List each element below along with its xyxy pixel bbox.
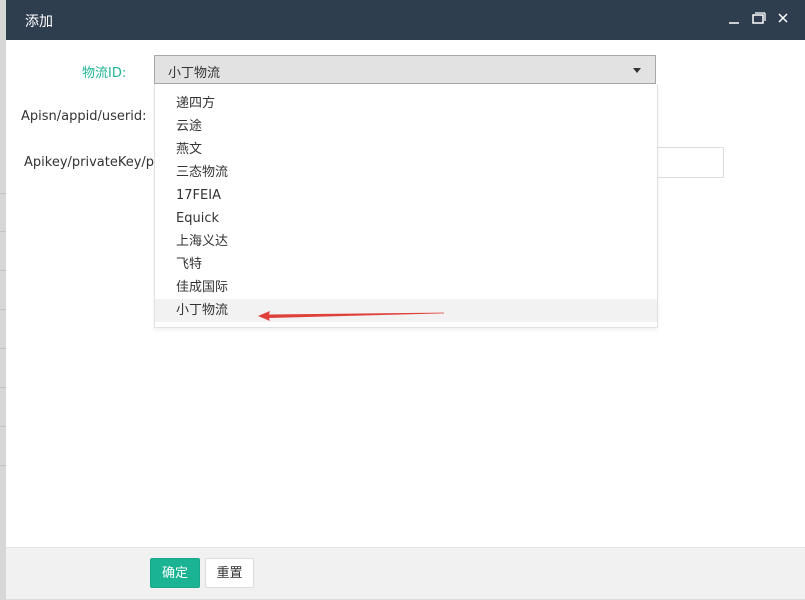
dropdown-option[interactable]: 佳成国际 (155, 276, 657, 299)
dropdown-option[interactable]: 飞特 (155, 253, 657, 276)
logistics-id-label: 物流ID: (82, 66, 127, 81)
dialog-title: 添加 (25, 14, 53, 30)
close-icon[interactable] (775, 10, 793, 28)
dropdown-option[interactable]: 三态物流 (155, 161, 657, 184)
logistics-id-select[interactable]: 小丁物流 (154, 55, 656, 84)
apikey-input[interactable] (656, 147, 724, 178)
dropdown-option[interactable]: Equick (155, 207, 657, 230)
logistics-id-selected-value: 小丁物流 (168, 66, 221, 81)
minimize-icon[interactable] (726, 10, 744, 28)
confirm-button[interactable]: 确定 (150, 558, 200, 588)
dialog-titlebar: 添加 (6, 0, 805, 40)
apikey-label: Apikey/privateKey/pass (24, 155, 176, 170)
dropdown-option[interactable]: 递四方 (155, 92, 657, 115)
dropdown-option[interactable]: 上海义达 (155, 230, 657, 253)
dropdown-option[interactable]: 云途 (155, 115, 657, 138)
chevron-down-icon (633, 68, 641, 73)
dropdown-option-selected[interactable]: 小丁物流 (155, 299, 657, 322)
dropdown-option[interactable]: 燕文 (155, 138, 657, 161)
apisn-label: Apisn/appid/userid: (21, 109, 147, 124)
reset-button[interactable]: 重置 (205, 558, 254, 588)
maximize-icon[interactable] (750, 10, 768, 28)
dialog-footer: 确定 重置 (6, 547, 805, 599)
logistics-dropdown-list: 递四方 云途 燕文 三态物流 17FEIA Equick 上海义达 飞特 佳成国… (154, 84, 658, 328)
dropdown-option[interactable]: 17FEIA (155, 184, 657, 207)
add-dialog: 添加 物流ID: 小丁物流 Apisn/appid/userid: Apikey… (6, 0, 805, 599)
